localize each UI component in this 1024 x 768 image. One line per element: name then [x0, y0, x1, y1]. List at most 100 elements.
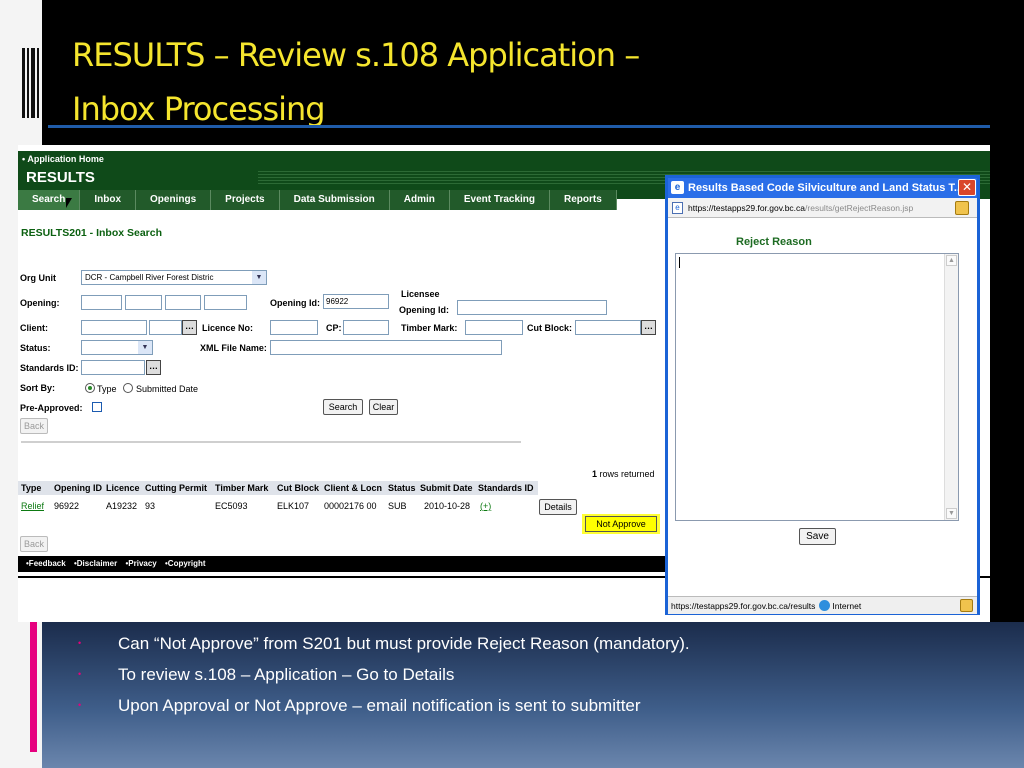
pre-approved-checkbox[interactable] [92, 402, 102, 412]
row-status: SUB [388, 501, 407, 511]
reject-reason-popup: e Results Based Code Silviculture and La… [665, 175, 980, 615]
bullet-item: Upon Approval or Not Approve – email not… [78, 690, 978, 721]
sort-submitted-date-label: Submitted Date [136, 384, 199, 394]
lock-icon [955, 201, 969, 215]
row-submit-date: 2010-10-28 [424, 501, 471, 511]
nav-projects[interactable]: Projects [211, 190, 280, 210]
search-button[interactable]: Search [323, 399, 363, 415]
reject-reason-textarea[interactable]: ▲ ▼ [675, 253, 959, 521]
org-unit-value: DCR - Campbell River Forest Distric [85, 273, 214, 282]
mouse-cursor-icon [66, 198, 72, 208]
not-approve-button[interactable]: Not Approve [585, 516, 657, 532]
client-lookup-button[interactable]: … [182, 320, 197, 335]
cut-block-label: Cut Block: [527, 323, 572, 333]
column-header-licence: Licence [106, 483, 140, 493]
nav-event-tracking[interactable]: Event Tracking [449, 190, 551, 210]
sort-by-label: Sort By: [20, 383, 56, 393]
globe-icon [819, 600, 831, 611]
table-row: Relief 96922 A19232 93 EC5093 ELK107 000… [18, 499, 663, 534]
page-title: RESULTS201 - Inbox Search [21, 227, 163, 239]
client-label: Client: [20, 323, 48, 333]
decorative-bars [22, 48, 42, 118]
opening-field-4[interactable] [204, 295, 247, 310]
opening-id-label: Opening Id: [270, 298, 320, 308]
column-header-submit-date: Submit Date [420, 483, 473, 493]
row-timber-mark: EC5093 [215, 501, 248, 511]
footer-feedback-link[interactable]: •Feedback [26, 559, 66, 568]
popup-address-bar: e https://testapps29.for.gov.bc.ca/resul… [668, 198, 977, 218]
rows-returned-text: rows returned [599, 469, 655, 479]
xml-file-name-label: XML File Name: [200, 343, 267, 353]
opening-label: Opening: [20, 298, 60, 308]
row-type-link[interactable]: Relief [21, 501, 44, 511]
licence-no-field[interactable] [270, 320, 318, 335]
sort-submitted-date-radio[interactable] [123, 383, 133, 393]
nav-inbox[interactable]: Inbox [80, 190, 137, 210]
standards-id-lookup-button[interactable]: … [146, 360, 161, 375]
save-button[interactable]: Save [799, 528, 836, 545]
section-divider [21, 441, 521, 443]
nav-reports[interactable]: Reports [550, 190, 617, 210]
footer-copyright-link[interactable]: •Copyright [165, 559, 206, 568]
sort-type-radio[interactable] [85, 383, 95, 393]
back-button-bottom[interactable]: Back [20, 536, 48, 552]
chevron-down-icon: ▼ [252, 271, 266, 284]
page-icon: e [672, 202, 683, 214]
popup-title: Results Based Code Silviculture and Land… [688, 182, 964, 194]
nav-openings[interactable]: Openings [136, 190, 212, 210]
rows-returned-count: 1 [592, 469, 598, 479]
licence-no-label: Licence No: [202, 323, 254, 333]
standards-id-field[interactable] [81, 360, 145, 375]
cp-field[interactable] [343, 320, 389, 335]
chevron-down-icon: ▼ [138, 341, 152, 354]
client-field[interactable] [81, 320, 147, 335]
licensee-opening-id-label: Opening Id: [399, 305, 449, 315]
opening-id-field[interactable]: 96922 [323, 294, 389, 309]
row-standards-id-link[interactable]: (+) [480, 501, 491, 511]
status-url: https://testapps29.for.gov.bc.ca/results [671, 601, 816, 611]
column-header-cut-block: Cut Block [277, 483, 320, 493]
status-select[interactable]: ▼ [81, 340, 153, 355]
opening-field-3[interactable] [165, 295, 201, 310]
footer-privacy-link[interactable]: •Privacy [125, 559, 156, 568]
scrollbar[interactable]: ▲ ▼ [944, 254, 958, 520]
app-brand: RESULTS [26, 169, 95, 186]
application-home-link[interactable]: • Application Home [22, 154, 104, 164]
sort-type-label: Type [97, 384, 117, 394]
popup-status-bar: https://testapps29.for.gov.bc.ca/results… [668, 596, 977, 614]
scroll-down-icon[interactable]: ▼ [946, 508, 957, 519]
standards-id-label: Standards ID: [20, 363, 79, 373]
column-header-timber-mark: Timber Mark [215, 483, 269, 493]
nav-data-submission[interactable]: Data Submission [279, 190, 390, 210]
table-header: Type Opening ID Licence Cutting Permit T… [18, 481, 538, 495]
close-icon[interactable]: ✕ [958, 179, 976, 196]
results-app-screenshot: • Application Home RESULTS Search Inbox … [18, 145, 990, 622]
footer-disclaimer-link[interactable]: •Disclaimer [74, 559, 117, 568]
licensee-opening-id-field[interactable] [457, 300, 607, 315]
cut-block-lookup-button[interactable]: … [641, 320, 656, 335]
nav-admin[interactable]: Admin [389, 190, 450, 210]
org-unit-select[interactable]: DCR - Campbell River Forest Distric ▼ [81, 270, 267, 285]
client-location-field[interactable] [149, 320, 182, 335]
cut-block-field[interactable] [575, 320, 641, 335]
popup-url-path: /results/getRejectReason.jsp [805, 203, 914, 213]
back-button-top[interactable]: Back [20, 418, 48, 434]
scroll-up-icon[interactable]: ▲ [946, 255, 957, 266]
popup-url-host: https://testapps29.for.gov.bc.ca [688, 203, 806, 213]
timber-mark-field[interactable] [465, 320, 523, 335]
slide-title-line-1: RESULTS – Review s.108 Application – [72, 36, 640, 74]
status-zone: Internet [832, 601, 862, 611]
opening-field-2[interactable] [125, 295, 162, 310]
lock-icon [960, 599, 973, 612]
row-opening-id: 96922 [54, 501, 80, 511]
details-button[interactable]: Details [539, 499, 577, 515]
column-header-client-locn: Client & Locn [324, 483, 382, 493]
cp-label: CP: [326, 323, 342, 333]
rows-returned: 1 rows returned [592, 469, 655, 479]
row-client-locn: 00002176 00 [324, 501, 377, 511]
popup-title-bar: e Results Based Code Silviculture and La… [668, 178, 977, 198]
opening-field-1[interactable] [81, 295, 122, 310]
clear-button[interactable]: Clear [369, 399, 398, 415]
reject-reason-label: Reject Reason [736, 236, 812, 248]
xml-file-name-field[interactable] [270, 340, 502, 355]
